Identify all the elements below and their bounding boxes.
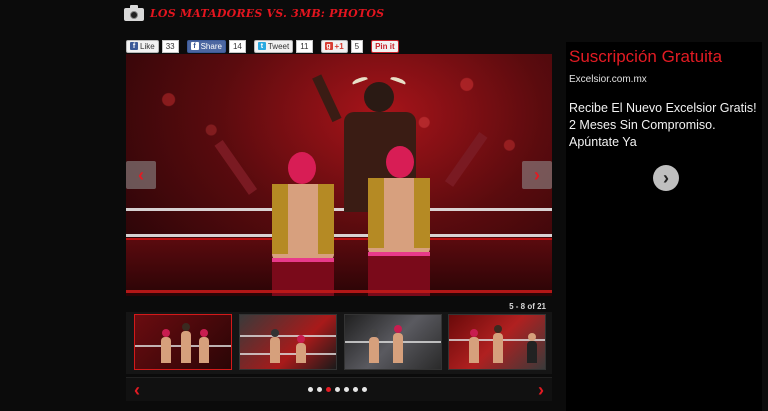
ad-go-button[interactable]: › bbox=[653, 165, 679, 191]
pager-dot[interactable] bbox=[326, 387, 331, 392]
wrestler-figure-left bbox=[214, 139, 348, 296]
pager-dot[interactable] bbox=[335, 387, 340, 392]
pager-bar: ‹ › bbox=[126, 377, 552, 401]
pager-dot[interactable] bbox=[353, 387, 358, 392]
ad-body-text[interactable]: Recibe El Nuevo Excelsior Gratis! 2 Mese… bbox=[569, 100, 759, 151]
advertisement-panel[interactable]: Suscripción Gratuita Excelsior.com.mx Re… bbox=[566, 42, 762, 411]
wrestler-figure-right bbox=[348, 131, 488, 296]
ad-domain[interactable]: Excelsior.com.mx bbox=[569, 74, 647, 85]
pinterest-label: Pin it bbox=[375, 41, 395, 51]
ad-headline[interactable]: Suscripción Gratuita bbox=[569, 47, 722, 67]
thumbnail-item[interactable] bbox=[239, 314, 337, 370]
previous-photo-button[interactable]: ‹ bbox=[126, 161, 156, 189]
gallery-header: LOS MATADORES VS. 3MB: PHOTOS bbox=[124, 2, 384, 24]
pager-dot[interactable] bbox=[308, 387, 313, 392]
facebook-icon: f bbox=[130, 42, 138, 50]
thumbnail-item[interactable] bbox=[344, 314, 442, 370]
pager-dot[interactable] bbox=[344, 387, 349, 392]
google-plus-icon: g bbox=[324, 42, 333, 50]
chevron-right-icon: › bbox=[663, 167, 669, 188]
main-gallery-photo[interactable] bbox=[126, 54, 552, 296]
tweet-count: 11 bbox=[296, 39, 313, 53]
google-plus-count: 5 bbox=[350, 39, 364, 53]
facebook-like-button[interactable]: f Like bbox=[126, 39, 159, 53]
next-photo-button[interactable]: › bbox=[522, 161, 552, 189]
chevron-left-icon: ‹ bbox=[138, 164, 144, 185]
pager-dot[interactable] bbox=[362, 387, 367, 392]
google-plus-label: +1 bbox=[334, 41, 344, 51]
pinterest-button[interactable]: Pin it bbox=[371, 39, 399, 53]
facebook-like-count: 33 bbox=[161, 39, 179, 53]
thumbnail-strip bbox=[126, 312, 552, 374]
facebook-share-button[interactable]: f Share bbox=[186, 39, 226, 53]
tweet-button[interactable]: t Tweet bbox=[253, 39, 294, 53]
twitter-bird-icon: t bbox=[257, 42, 266, 50]
thumbnail-item[interactable] bbox=[448, 314, 546, 370]
chevron-right-icon: › bbox=[534, 164, 540, 185]
pager-next-icon[interactable]: › bbox=[538, 380, 544, 401]
gallery-title: LOS MATADORES VS. 3MB: PHOTOS bbox=[150, 6, 385, 20]
facebook-like-label: Like bbox=[140, 41, 155, 51]
facebook-icon: f bbox=[190, 42, 199, 50]
tweet-label: Tweet bbox=[267, 41, 290, 51]
photo-counter: 5 - 8 of 21 bbox=[509, 302, 546, 311]
thumbnail-item[interactable] bbox=[134, 314, 232, 370]
pager-dot[interactable] bbox=[317, 387, 322, 392]
camera-icon bbox=[124, 5, 144, 21]
pager-previous-icon[interactable]: ‹ bbox=[134, 380, 140, 401]
facebook-share-count: 14 bbox=[228, 39, 246, 53]
share-bar: f Like 33 f Share 14 t Tweet 11 g +1 5 P… bbox=[126, 39, 399, 53]
pager-dots bbox=[308, 387, 367, 392]
ring-rope bbox=[126, 290, 552, 293]
facebook-share-label: Share bbox=[200, 41, 222, 51]
google-plus-button[interactable]: g +1 bbox=[320, 39, 348, 53]
